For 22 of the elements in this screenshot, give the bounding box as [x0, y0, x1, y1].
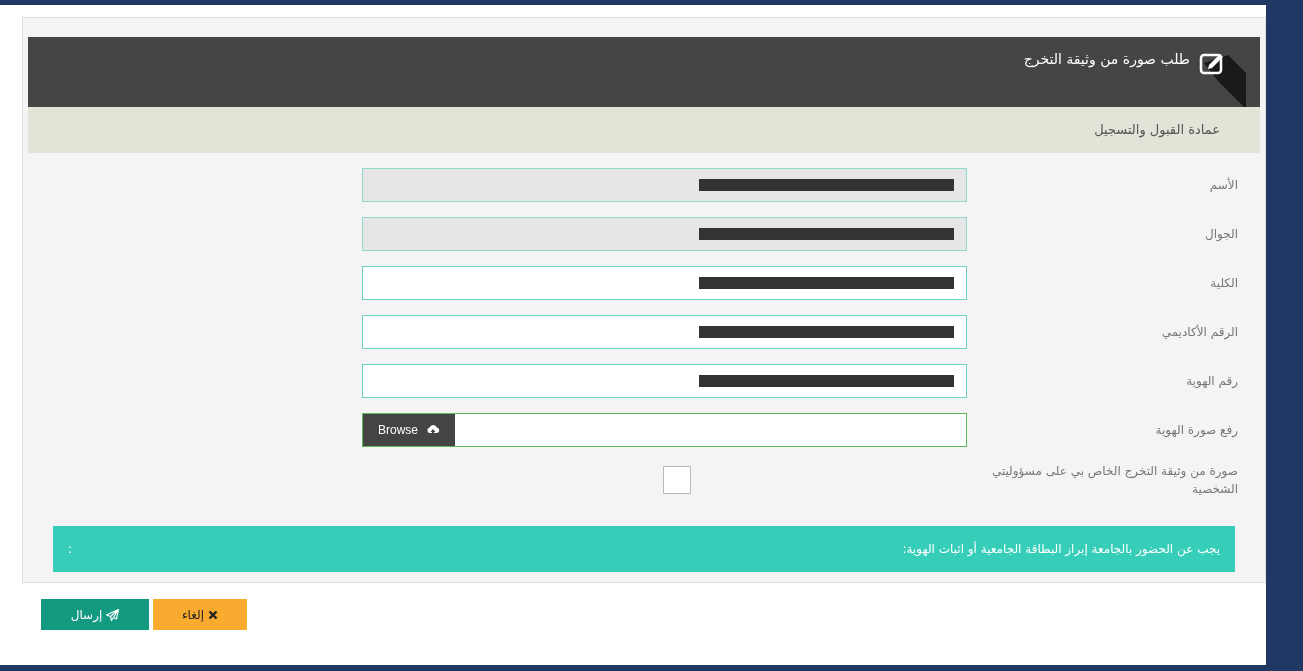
field-label: رقم الهوية — [1185, 373, 1239, 390]
notice-text: يجب عن الحضور بالجامعة إبراز البطاقة الجامعية أو اثبات الهوية: — [902, 540, 1220, 558]
cancel-button[interactable]: إلغاء — [153, 599, 247, 630]
field-label: صورة من وثيقة التخرج الخاص بي على مسؤوليتي الشخصية — [990, 463, 1239, 498]
field-label: الرقم الأكاديمي — [1160, 323, 1239, 341]
submit-button[interactable]: إرسال — [41, 599, 149, 630]
field-label: الجوال — [1204, 226, 1239, 243]
checkbox[interactable] — [663, 466, 691, 494]
close-icon — [208, 609, 219, 620]
field-label: الأسم — [1208, 176, 1239, 194]
browse-button[interactable]: Browse — [363, 414, 455, 446]
input-field[interactable] — [362, 364, 967, 398]
paper-plane-icon — [106, 608, 120, 621]
cloud-upload-icon — [426, 424, 440, 436]
notice-colon: : — [68, 541, 73, 558]
file-upload-field[interactable]: Browse — [362, 413, 967, 447]
field-label: الكلية — [1209, 275, 1239, 292]
panel-title: طلب صورة من وثيقة التخرج — [1023, 50, 1190, 70]
input-field[interactable] — [362, 266, 967, 300]
department-name: عمادة القبول والتسجيل — [1094, 121, 1220, 140]
field-label: رفع صورة الهوية — [1154, 422, 1239, 439]
input-field[interactable] — [362, 315, 967, 349]
